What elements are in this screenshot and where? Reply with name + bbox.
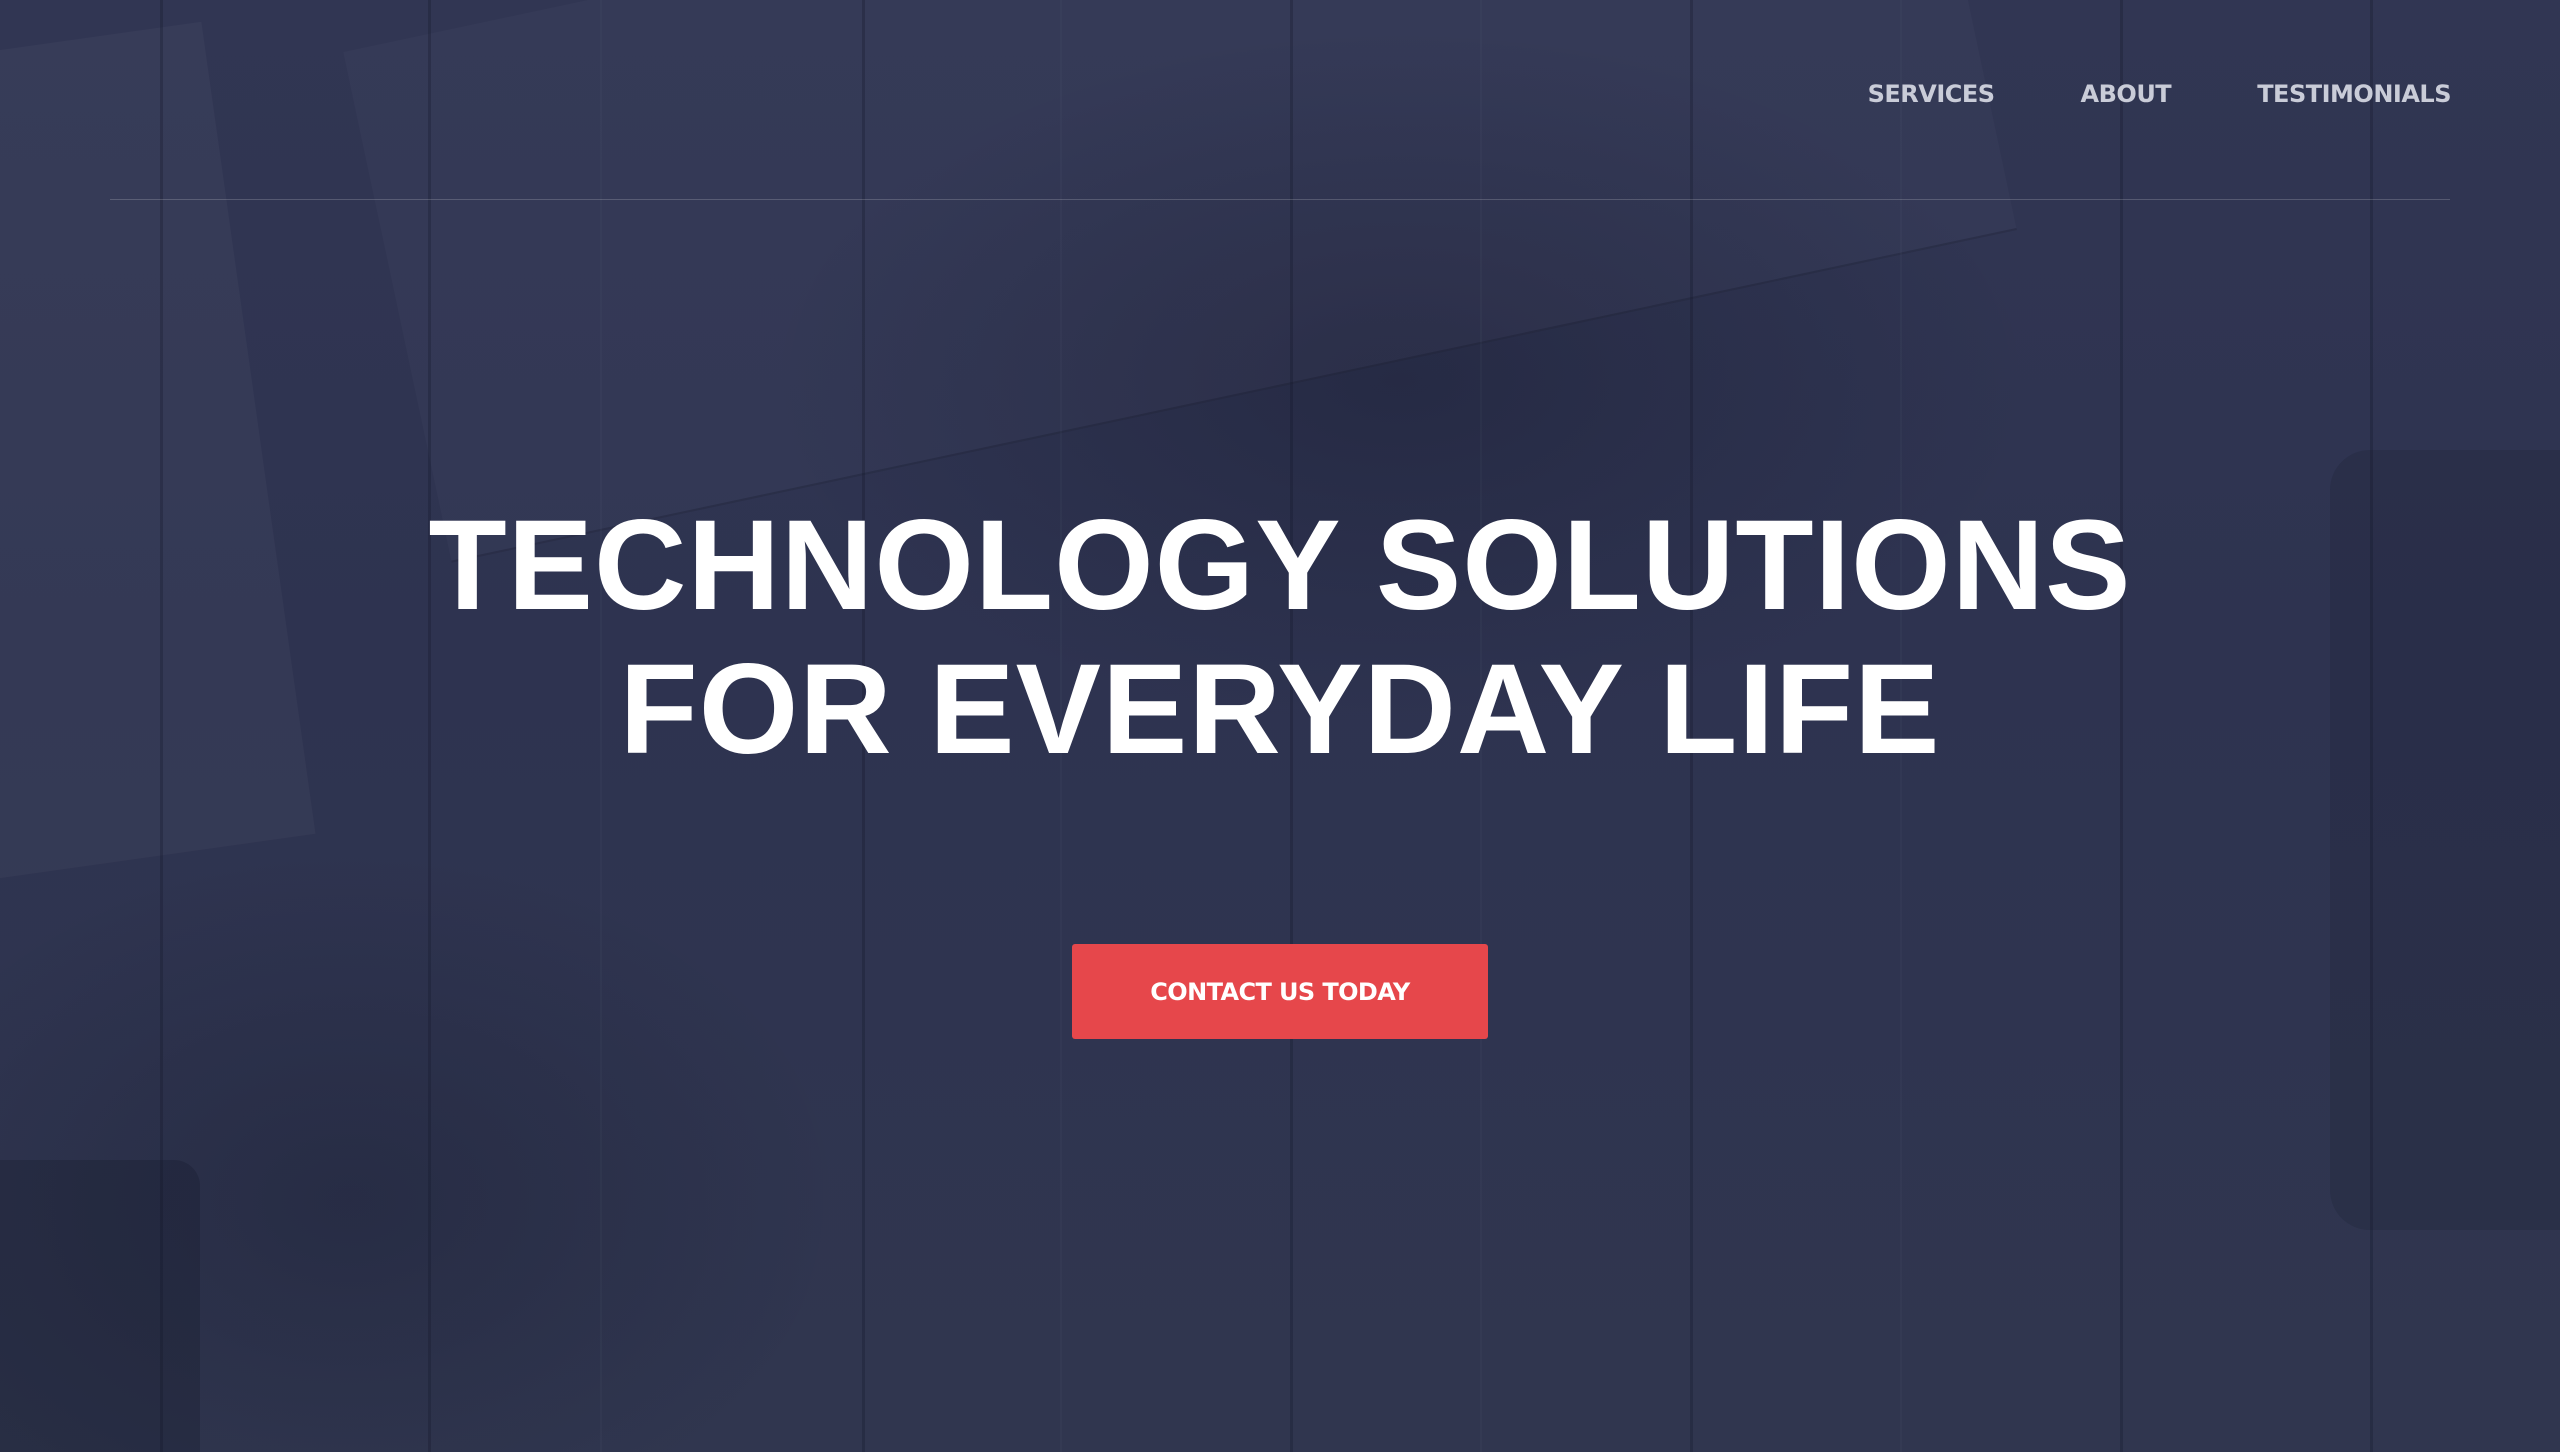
contact-us-button[interactable]: CONTACT US TODAY	[1072, 944, 1488, 1039]
nav-link-services[interactable]: SERVICES	[1868, 80, 1995, 108]
nav-link-testimonials[interactable]: TESTIMONIALS	[2257, 80, 2451, 108]
hero-title: TECHNOLOGY SOLUTIONS FOR EVERYDAY LIFE	[0, 494, 2560, 782]
hero-title-line-2: FOR EVERYDAY LIFE	[619, 638, 1941, 781]
nav-divider	[110, 199, 2450, 200]
top-navigation: SERVICES ABOUT TESTIMONIALS	[1868, 80, 2452, 108]
nav-link-about[interactable]: ABOUT	[2081, 80, 2172, 108]
hero-title-line-1: TECHNOLOGY SOLUTIONS	[428, 494, 2132, 637]
background-phone-shape	[0, 1160, 200, 1452]
background-laptop-shape	[343, 0, 2017, 563]
